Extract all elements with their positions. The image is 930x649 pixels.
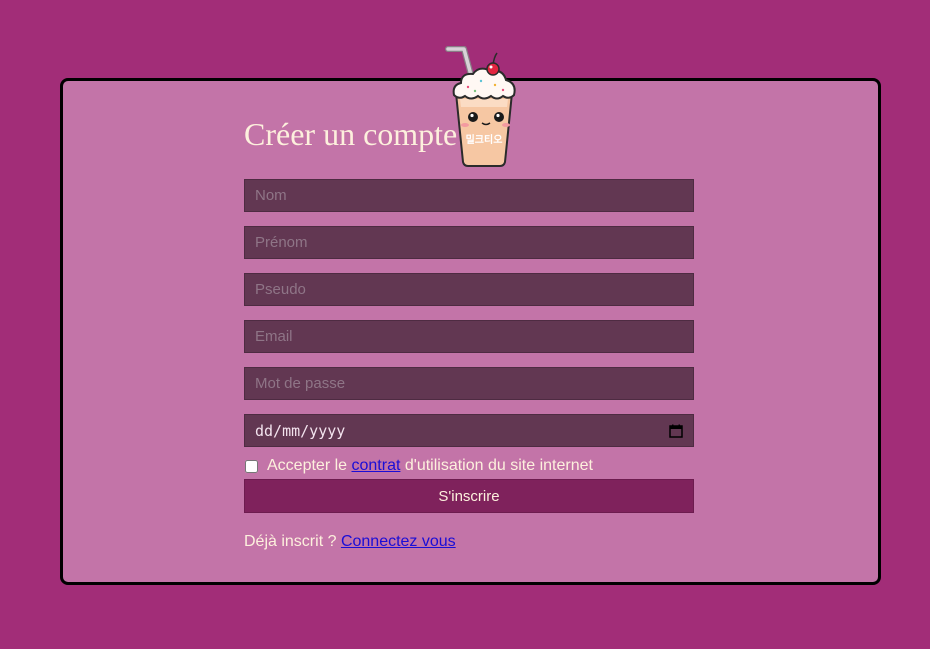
email-input[interactable] (244, 320, 694, 353)
pseudo-input[interactable] (244, 273, 694, 306)
terms-contract-link[interactable]: contrat (352, 457, 401, 475)
password-input[interactable] (244, 367, 694, 400)
birthdate-input[interactable]: dd/mm/yyyy (244, 414, 694, 447)
login-row: Déjà inscrit ? Connectez vous (244, 533, 456, 551)
terms-prefix: Accepter le (267, 457, 348, 474)
login-prompt: Déjà inscrit ? (244, 533, 337, 550)
milkshake-mascot-icon: 밀크티오 (445, 46, 516, 167)
terms-row: Accepter le contrat d'utilisation du sit… (244, 457, 593, 475)
prenom-input[interactable] (244, 226, 694, 259)
page-title: Créer un compte (244, 116, 458, 152)
terms-checkbox[interactable] (245, 459, 258, 473)
calendar-icon[interactable] (669, 424, 683, 438)
signup-button[interactable]: S'inscrire (244, 479, 694, 513)
login-link[interactable]: Connectez vous (341, 533, 456, 550)
birthdate-placeholder: dd/mm/yyyy (255, 421, 346, 440)
mascot-label: 밀크티오 (466, 133, 503, 146)
terms-suffix: d'utilisation du site internet (404, 457, 593, 474)
nom-input[interactable] (244, 179, 694, 212)
